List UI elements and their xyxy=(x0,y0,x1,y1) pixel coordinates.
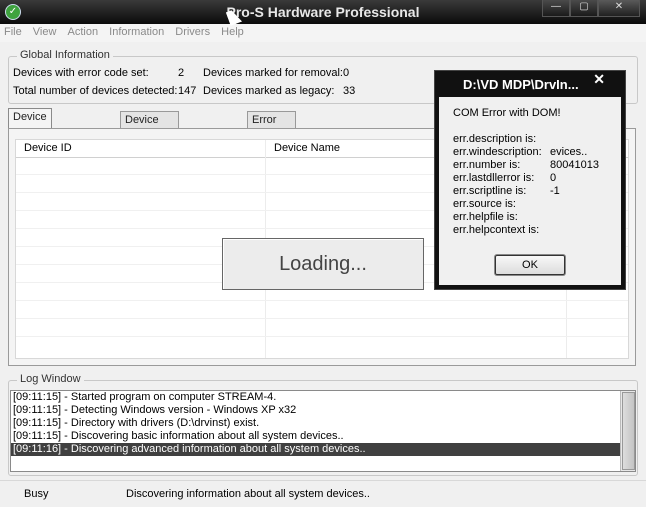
error-row-lastdllerror: err.lastdllerror is: 0 xyxy=(453,172,557,184)
removal-label: Devices marked for removal: xyxy=(203,67,343,79)
error-row-scriptline: err.scriptline is: -1 xyxy=(453,185,560,197)
global-info-label: Global Information xyxy=(17,49,113,61)
error-code-value: 2 xyxy=(178,67,185,79)
window-controls: — ▢ ✕ xyxy=(542,0,640,18)
legacy-label: Devices marked as legacy: xyxy=(203,85,335,97)
total-devices-value: 147 xyxy=(178,85,197,97)
scrollbar-thumb[interactable] xyxy=(622,392,635,470)
error-row-number: err.number is: 80041013 xyxy=(453,159,599,171)
error-row-helpcontext: err.helpcontext is: xyxy=(453,224,540,236)
menu-view[interactable]: View xyxy=(29,24,61,38)
status-state: Busy xyxy=(24,488,49,500)
status-message: Discovering information about all system… xyxy=(126,488,370,500)
error-code-label: Devices with error code set: xyxy=(13,67,149,79)
log-line-selected[interactable]: [09:11:16] - Discovering advanced inform… xyxy=(11,443,635,456)
menu-help[interactable]: Help xyxy=(217,24,248,38)
log-line[interactable]: [09:11:15] - Started program on computer… xyxy=(11,391,635,404)
error-row-source: err.source is: xyxy=(453,198,516,210)
removal-value: 0 xyxy=(343,67,350,79)
menu-drivers[interactable]: Drivers xyxy=(171,24,214,38)
column-device-id[interactable]: Device ID xyxy=(24,142,72,154)
menu-file[interactable]: File xyxy=(0,24,26,38)
total-devices-label: Total number of devices detected: xyxy=(13,85,178,97)
log-list[interactable]: [09:11:15] - Started program on computer… xyxy=(10,390,636,472)
grid-row-line xyxy=(16,300,628,301)
maximize-icon[interactable]: ▢ xyxy=(570,0,598,17)
error-row-windescription: err.windescription: evices.. xyxy=(453,146,588,158)
grid-row-line xyxy=(16,318,628,319)
log-line[interactable]: [09:11:15] - Directory with drivers (D:\… xyxy=(11,417,635,430)
log-scrollbar[interactable] xyxy=(620,391,635,471)
log-line[interactable]: [09:11:15] - Detecting Windows version -… xyxy=(11,404,635,417)
error-row-helpfile: err.helpfile is: xyxy=(453,211,518,223)
menu-action[interactable]: Action xyxy=(64,24,103,38)
legacy-value: 33 xyxy=(343,85,356,97)
title-bar[interactable]: ✓ Pro-S Hardware Professional — ▢ ✕ xyxy=(0,0,646,24)
menu-bar: File View Action Information Drivers Hel… xyxy=(0,24,646,42)
menu-information[interactable]: Information xyxy=(105,24,168,38)
main-window: ✓ Pro-S Hardware Professional — ▢ ✕ File… xyxy=(0,0,646,507)
column-device-name[interactable]: Device Name xyxy=(274,142,340,154)
grid-row-line xyxy=(16,336,628,337)
dialog-body: COM Error with DOM! err.description is: … xyxy=(439,97,621,285)
com-error-dialog: D:\VD MDP\DrvIn... ✕ COM Error with DOM!… xyxy=(434,70,626,290)
log-line[interactable]: [09:11:15] - Discovering basic informati… xyxy=(11,430,635,443)
close-icon[interactable]: ✕ xyxy=(598,0,640,17)
minimize-icon[interactable]: — xyxy=(542,0,570,17)
tab-device-simple-view[interactable]: Device Simple View xyxy=(8,108,52,157)
status-bar: Busy Discovering information about all s… xyxy=(0,480,646,507)
ok-button[interactable]: OK xyxy=(495,255,565,275)
close-icon[interactable]: ✕ xyxy=(593,71,605,87)
loading-overlay: Loading... xyxy=(222,238,424,290)
error-row-description: err.description is: xyxy=(453,133,537,145)
log-window-label: Log Window xyxy=(17,373,84,385)
dialog-message: COM Error with DOM! xyxy=(453,107,561,119)
